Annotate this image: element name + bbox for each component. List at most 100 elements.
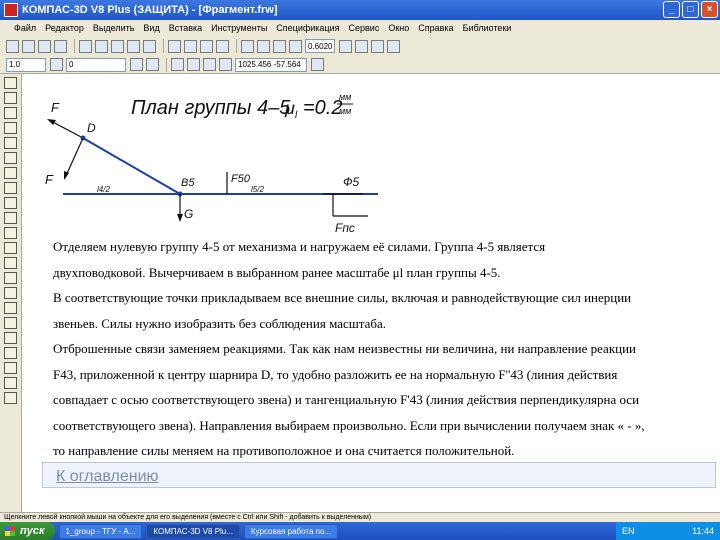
snap-icon[interactable] <box>187 58 200 71</box>
close-button[interactable]: × <box>701 1 718 18</box>
cursor-icon[interactable] <box>311 58 324 71</box>
label-f50: F50 <box>231 173 251 185</box>
label-b5: B5 <box>181 177 195 189</box>
text-block: Отделяем нулевую группу 4-5 от механизма… <box>53 234 713 464</box>
zoom-window-icon[interactable] <box>289 39 302 53</box>
start-button[interactable]: пуск <box>0 522 55 540</box>
zoom-in-icon[interactable] <box>257 39 270 53</box>
spline-icon[interactable] <box>4 272 17 284</box>
menu-insert[interactable]: Вставка <box>169 23 202 33</box>
scale-symbol: μ <box>284 98 295 118</box>
menu-window[interactable]: Окно <box>388 23 409 33</box>
label-fpc: Fпс <box>335 221 355 234</box>
style-dropdown-icon[interactable] <box>50 58 63 71</box>
taskbar-item[interactable]: Курсовая работа по... <box>243 523 339 539</box>
open-file-icon[interactable] <box>22 39 35 53</box>
layer-field[interactable]: 0 <box>66 57 126 72</box>
copy-icon[interactable] <box>95 39 108 53</box>
zoom-out-icon[interactable] <box>273 39 286 53</box>
minimize-button[interactable]: _ <box>663 1 680 18</box>
toolbar-separator <box>236 39 237 53</box>
scale-denominator: мм <box>339 106 351 116</box>
settings-icon[interactable] <box>387 39 401 53</box>
rectangle-icon[interactable] <box>4 242 17 254</box>
drawing-canvas[interactable]: План группы 4–5 μ l =0.2 мм мм F D F B5 … <box>23 74 720 512</box>
group-plan-drawing: План группы 4–5 μ l =0.2 мм мм F D F B5 … <box>45 92 378 234</box>
text-line: соответствующего звена). Направления выб… <box>53 417 645 433</box>
menu-service[interactable]: Сервис <box>349 23 380 33</box>
move-icon[interactable] <box>4 377 17 389</box>
text-line: двухповодковой. Вычерчиваем в выбранном … <box>53 264 501 280</box>
grid-icon[interactable] <box>171 58 184 71</box>
cut-icon[interactable] <box>79 39 92 53</box>
taskbar-item[interactable]: 1_group - ТГУ - А... <box>58 523 143 539</box>
print-icon[interactable] <box>54 39 67 53</box>
text-line: совпадает с осью соответствующего звена)… <box>53 392 640 407</box>
menu-file[interactable]: Файл <box>14 23 36 33</box>
language-indicator[interactable]: EN <box>622 526 635 536</box>
dimension-icon[interactable] <box>371 39 385 53</box>
standard-toolbar: 0.6020 <box>0 36 720 56</box>
geometry-icon[interactable] <box>4 77 17 89</box>
circle-icon[interactable] <box>4 212 17 224</box>
table-icon[interactable] <box>4 317 17 329</box>
force-f43n-arrowhead <box>47 119 56 125</box>
style-field[interactable]: 1.0 <box>6 57 46 72</box>
variables-icon[interactable] <box>216 39 229 53</box>
menu-select[interactable]: Выделить <box>93 23 135 33</box>
toc-link[interactable]: К оглавлению <box>56 468 159 486</box>
menu-view[interactable]: Вид <box>143 23 159 33</box>
trim-icon[interactable] <box>4 362 17 374</box>
taskbar-item[interactable]: КОМПАС-3D V8 Plu... <box>146 523 240 539</box>
pan-icon[interactable] <box>355 39 369 53</box>
measure-icon[interactable] <box>4 152 17 164</box>
toolbar-separator <box>166 57 167 72</box>
title-bar: КОМПАС-3D V8 Plus (ЗАЩИТА) - [Фрагмент.f… <box>0 0 720 20</box>
zoom-all-icon[interactable] <box>339 39 353 53</box>
label-d: D <box>87 121 96 135</box>
manager-icon[interactable] <box>184 39 197 53</box>
parametrization-icon[interactable] <box>4 137 17 149</box>
polyline-icon[interactable] <box>4 257 17 269</box>
symbols-icon[interactable] <box>4 107 17 119</box>
fillet-icon[interactable] <box>4 332 17 344</box>
clock: 11:44 <box>692 526 714 536</box>
maximize-button[interactable]: □ <box>682 1 699 18</box>
paste-icon[interactable] <box>111 39 124 53</box>
round-icon[interactable] <box>203 58 216 71</box>
menu-edit[interactable]: Редактор <box>45 23 84 33</box>
layer-dropdown-icon[interactable] <box>130 58 143 71</box>
system-tray: EN 11:44 <box>616 522 720 540</box>
menu-libraries[interactable]: Библиотеки <box>463 23 512 33</box>
layers-icon[interactable] <box>200 39 213 53</box>
text-line: Отделяем нулевую группу 4-5 от механизма… <box>53 239 546 254</box>
chamfer-icon[interactable] <box>4 347 17 359</box>
taskbar: пуск 1_group - ТГУ - А... КОМПАС-3D V8 P… <box>0 522 720 540</box>
menu-specification[interactable]: Спецификация <box>276 23 339 33</box>
refresh-icon[interactable] <box>241 39 254 53</box>
local-cs-icon[interactable] <box>219 58 232 71</box>
text-line: звеньев. Силы нужно изобразить без соблю… <box>53 315 387 331</box>
arc-icon[interactable] <box>4 227 17 239</box>
text-line: Отброшенные связи заменяем реакциями. Та… <box>53 341 637 356</box>
orthogonal-icon[interactable] <box>146 58 159 71</box>
edit-icon[interactable] <box>4 122 17 134</box>
properties-icon[interactable] <box>168 39 181 53</box>
select-icon[interactable] <box>4 167 17 179</box>
undo-icon[interactable] <box>127 39 140 53</box>
kompas-app-icon <box>4 3 18 17</box>
point-icon[interactable] <box>4 182 17 194</box>
label-f43t: F <box>45 172 54 187</box>
text-icon[interactable] <box>4 302 17 314</box>
redo-icon[interactable] <box>143 39 156 53</box>
menu-help[interactable]: Справка <box>418 23 453 33</box>
zoom-field[interactable]: 0.6020 <box>305 39 336 53</box>
line-icon[interactable] <box>4 197 17 209</box>
dimensions-icon[interactable] <box>4 92 17 104</box>
menu-tools[interactable]: Инструменты <box>211 23 267 33</box>
rotate-icon[interactable] <box>4 392 17 404</box>
new-file-icon[interactable] <box>6 39 19 53</box>
force-g5-arrowhead <box>177 214 183 222</box>
hatch-icon[interactable] <box>4 287 17 299</box>
save-icon[interactable] <box>38 39 51 53</box>
